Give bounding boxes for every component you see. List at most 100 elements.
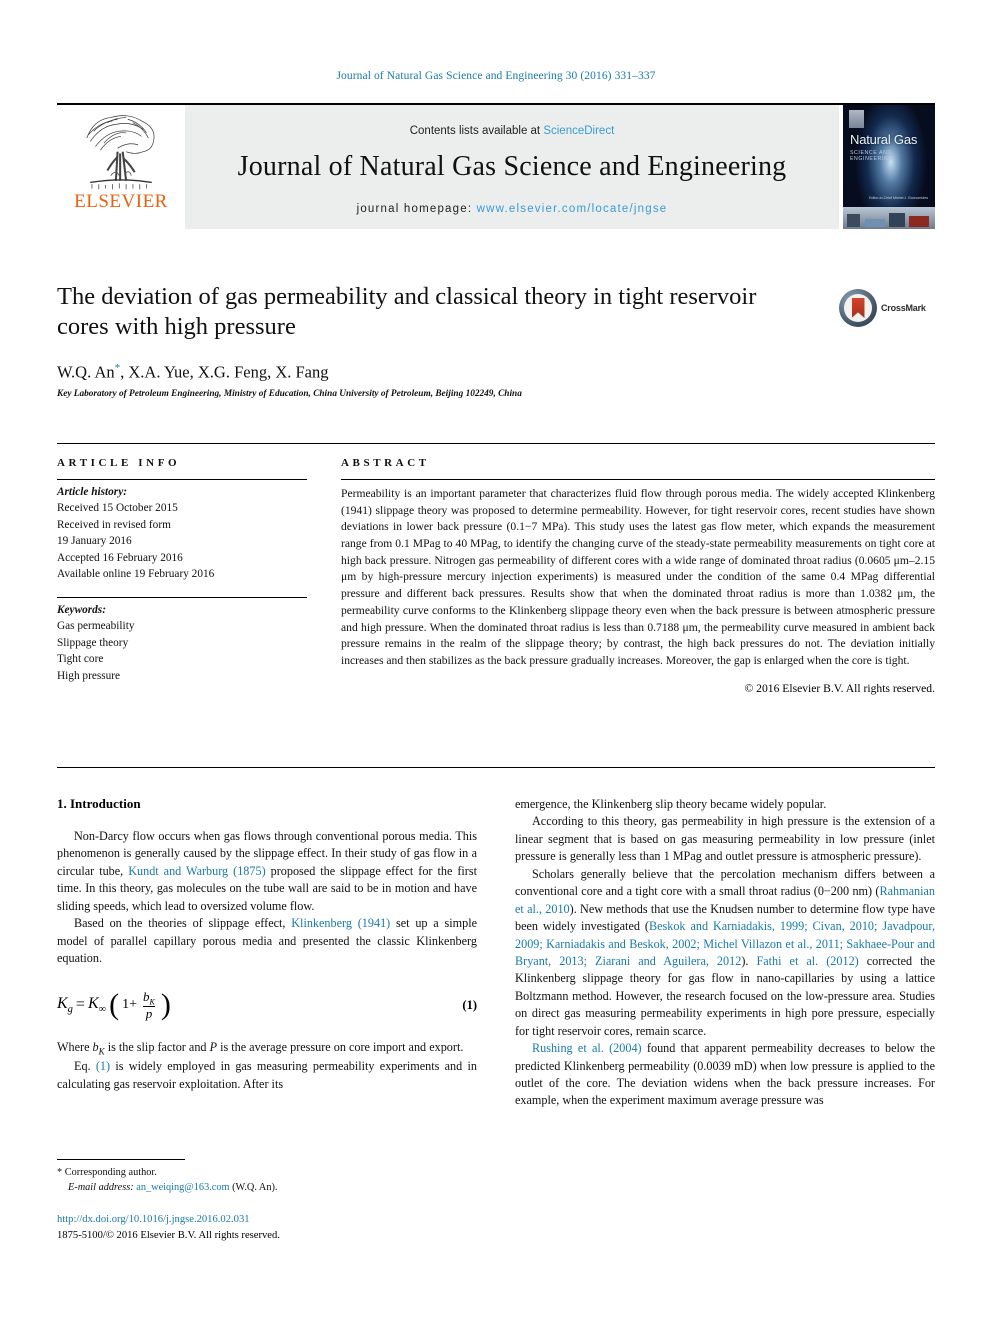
contents-prefix: Contents lists available at [409,125,544,137]
author-list: W.Q. An*, X.A. Yue, X.G. Feng, X. Fang [57,362,935,383]
contents-list-line: Contents lists available at ScienceDirec… [410,125,615,137]
keywords-label: Keywords: [57,603,106,616]
symbol-p: P [209,1040,218,1055]
article-history: Article history: Received 15 October 201… [57,480,307,583]
keyword-item: Slippage theory [57,636,129,649]
paper-page: Journal of Natural Gas Science and Engin… [0,0,992,1323]
author-rest: , X.A. Yue, X.G. Feng, X. Fang [120,362,329,382]
running-head: Journal of Natural Gas Science and Engin… [336,70,656,82]
equation-number: (1) [462,997,477,1012]
journal-cover-thumbnail: Natural Gas SCIENCE AND ENGINEERING Edit… [843,105,935,229]
paragraph: Eq. (1) is widely employed in gas measur… [57,1058,477,1093]
citation-link[interactable]: Klinkenberg (1941) [291,916,390,930]
author-first: W.Q. An [57,362,115,382]
corresponding-label: Corresponding author. [64,1167,157,1178]
doi-link[interactable]: http://dx.doi.org/10.1016/j.jngse.2016.0… [57,1212,557,1228]
citation-link[interactable]: Kundt and Warburg (1875) [128,864,265,878]
history-item: Available online 19 February 2016 [57,568,215,581]
journal-band: Contents lists available at ScienceDirec… [185,105,839,229]
email-label: E-mail address: [68,1182,134,1194]
citation-link[interactable]: Fathi et al. (2012) [756,954,858,968]
affiliation: Key Laboratory of Petroleum Engineering,… [57,389,522,400]
elsevier-wordmark: ELSEVIER [74,191,168,212]
history-item: 19 January 2016 [57,535,132,548]
paragraph-text: Based on the theories of slippage effect… [74,916,292,931]
elsevier-logo: ELSEVIER [57,105,185,229]
journal-homepage-line: journal homepage: www.elsevier.com/locat… [357,203,668,215]
email-owner: (W.Q. An). [232,1182,278,1194]
fraction-numerator: bK [143,988,155,1007]
paragraph: Where bK is the slip factor and P is the… [57,1040,464,1057]
article-info-column: ARTICLE INFO Article history: Received 1… [57,444,341,695]
journal-title: Journal of Natural Gas Science and Engin… [237,151,787,182]
email-line: E-mail address: an_weiqing@163.com (W.Q.… [57,1180,477,1195]
history-item: Received 15 October 2015 [57,502,178,515]
history-item: Received in revised form [57,518,171,531]
abstract-heading: ABSTRACT [341,457,430,469]
equation-reference-link[interactable]: (1) [96,1059,110,1073]
sciencedirect-link[interactable]: ScienceDirect [543,125,614,137]
history-item: Accepted 16 February 2016 [57,551,183,564]
equation-expression: Kg = K∞ ( 1+ bK p ) [57,988,171,1022]
paragraph-text: Eq. [74,1059,96,1074]
paragraph: Non-Darcy flow occurs when gas flows thr… [57,828,477,915]
crossmark-label: CrossMark [881,303,926,313]
article-history-label: Article history: [57,486,127,498]
equation-rhs-sub: ∞ [98,1004,107,1016]
abstract-column: ABSTRACT Permeability is an important pa… [341,444,935,695]
paragraph-text: Where [57,1040,93,1055]
title-block: The deviation of gas permeability and cl… [57,282,935,399]
cover-title: Natural Gas [850,132,918,147]
paragraph: Scholars generally believe that the perc… [515,866,935,1040]
paragraph: Based on the theories of slippage effect… [57,915,477,967]
crossmark-badge-group[interactable]: CrossMark [839,288,935,328]
paragraph-text: is widely employed in gas measuring perm… [57,1059,477,1091]
paragraph-text: is the average pressure on core import a… [217,1040,464,1055]
corresponding-author-note: * Corresponding author. E-mail address: … [57,1165,477,1196]
keyword-item: High pressure [57,669,121,682]
keyword-item: Tight core [57,653,104,666]
fraction-denominator: p [142,1006,156,1021]
elsevier-tree-icon [86,115,155,190]
doi-block: http://dx.doi.org/10.1016/j.jngse.2016.0… [57,1212,557,1245]
equation-equals: = [75,996,85,1014]
body-separator-rule [57,767,935,768]
equation-close-paren: ) [160,988,171,1022]
footnote-block: * Corresponding author. E-mail address: … [57,1159,477,1196]
body-column-right: emergence, the Klinkenberg slip theory b… [515,796,935,1216]
section-heading-introduction: 1. Introduction [57,796,141,811]
paragraph-text: is the slip factor and [104,1040,210,1055]
cover-bottom-photo-strip [843,207,935,229]
body-column-left: 1. Introduction Non-Darcy flow occurs wh… [57,796,477,1216]
equation-fraction: bK p [140,988,158,1022]
paragraph: Rushing et al. (2004) found that apparen… [515,1040,935,1110]
page-title: The deviation of gas permeability and cl… [57,283,757,340]
equation-rhs: K [87,995,99,1013]
corresponding-marker: * [57,1167,63,1178]
footnote-rule [57,1159,185,1160]
equation-open-paren: ( [109,988,120,1022]
paragraph-text: ). [741,953,757,968]
homepage-prefix: journal homepage: [356,203,477,215]
email-link[interactable]: an_weiqing@163.com [136,1182,229,1193]
journal-masthead: ELSEVIER Contents lists available at Sci… [57,103,935,229]
cover-elsevier-mark-icon [849,110,864,128]
equation-lhs-sub: g [67,1004,73,1016]
equation-lhs: K [57,995,68,1013]
paragraph: According to this theory, gas permeabili… [515,814,935,864]
equation-one-plus: 1+ [122,997,138,1013]
article-info-heading: ARTICLE INFO [57,457,181,469]
issn-copyright-line: 1875-5100/© 2016 Elsevier B.V. All right… [57,1230,280,1242]
paragraph: emergence, the Klinkenberg slip theory b… [515,797,827,811]
crossmark-icon [839,289,877,327]
cover-artwork: Natural Gas SCIENCE AND ENGINEERING Edit… [843,105,935,229]
corresponding-author-line: * Corresponding author. [57,1165,477,1180]
abstract-text: Permeability is an important parameter t… [341,487,935,667]
keywords-block: Keywords: Gas permeability Slippage theo… [57,598,307,684]
cover-editors: Editor-in-Chief Michel J. Economides [869,195,928,200]
body-columns: 1. Introduction Non-Darcy flow occurs wh… [57,796,935,1216]
abstract-copyright: © 2016 Elsevier B.V. All rights reserved… [744,681,935,695]
journal-homepage-link[interactable]: www.elsevier.com/locate/jngse [477,203,668,215]
citation-link[interactable]: Rushing et al. (2004) [532,1041,642,1055]
paragraph-text: Scholars generally believe that the perc… [515,866,935,899]
